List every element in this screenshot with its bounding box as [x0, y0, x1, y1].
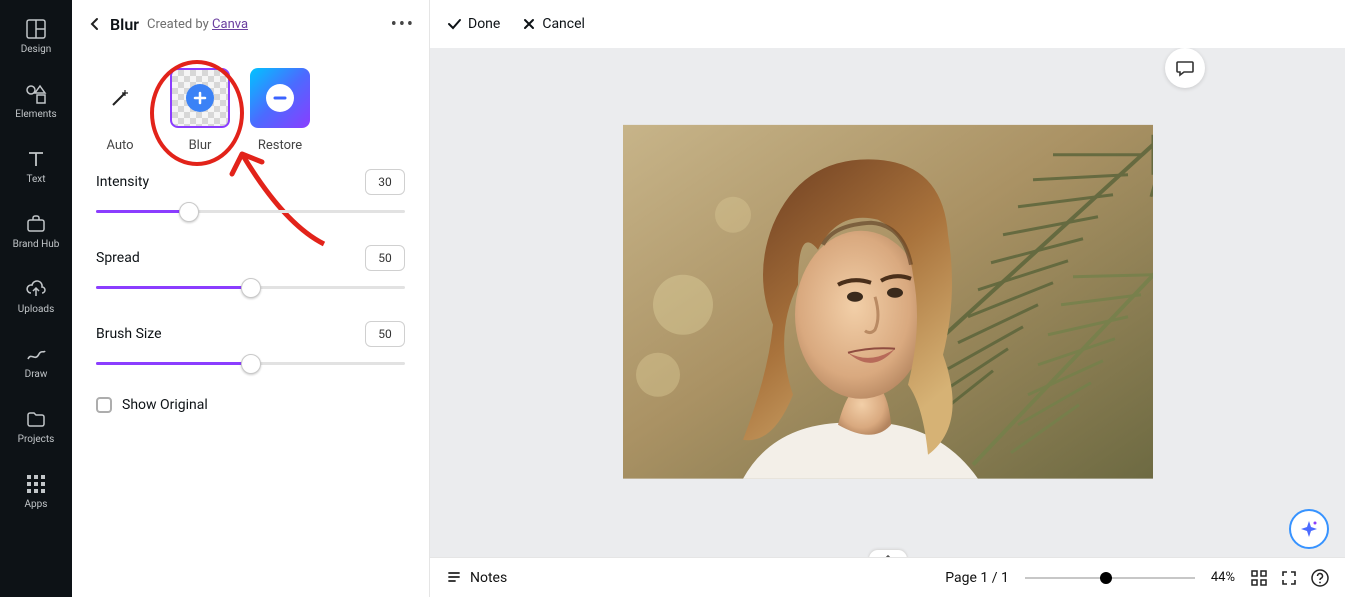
shapes-icon	[25, 83, 47, 105]
footer-bar: Notes Page 1 / 1 44%	[430, 557, 1345, 597]
slider-track[interactable]	[96, 205, 405, 219]
tool-label: Auto	[106, 138, 133, 153]
tool-auto[interactable]: Auto	[90, 68, 150, 153]
tool-blur[interactable]: Blur	[170, 68, 230, 153]
slider-value-input[interactable]: 50	[365, 321, 405, 347]
check-icon	[446, 16, 462, 32]
rail-label: Apps	[25, 499, 48, 510]
canvas[interactable]: ◄ ► Notes Page 1 / 1 44%	[430, 48, 1345, 597]
created-by-prefix: Created by	[147, 17, 212, 32]
notes-button[interactable]: Notes	[446, 570, 507, 586]
sparkle-icon	[1299, 519, 1319, 539]
tool-restore[interactable]: Restore	[250, 68, 310, 153]
rail-label: Projects	[18, 434, 55, 445]
zoom-percent[interactable]: 44%	[1211, 570, 1235, 585]
checkbox-icon[interactable]	[96, 397, 112, 413]
page-indicator[interactable]: Page 1 / 1	[945, 570, 1009, 586]
slider-value-input[interactable]: 50	[365, 245, 405, 271]
grid-view-button[interactable]	[1251, 570, 1267, 586]
panel-header: Blur Created by Canva •••	[72, 0, 429, 48]
draw-icon	[25, 343, 47, 365]
rail-label: Uploads	[18, 304, 54, 315]
tool-label: Restore	[258, 138, 302, 153]
rail-item-uploads[interactable]: Uploads	[0, 270, 72, 323]
close-icon	[522, 17, 536, 31]
briefcase-icon	[25, 213, 47, 235]
rail-label: Draw	[25, 369, 48, 380]
done-label: Done	[468, 16, 500, 32]
apps-grid-icon	[25, 473, 47, 495]
slider-track[interactable]	[96, 357, 405, 371]
cancel-label: Cancel	[542, 16, 585, 32]
slider-label: Spread	[96, 250, 140, 266]
help-button[interactable]	[1311, 569, 1329, 587]
fullscreen-button[interactable]	[1281, 570, 1297, 586]
rail-item-design[interactable]: Design	[0, 10, 72, 63]
magic-ai-button[interactable]	[1289, 509, 1329, 549]
notes-label: Notes	[470, 570, 507, 586]
slider-brush-size: Brush Size 50	[96, 321, 405, 371]
slider-section: Intensity 30 Spread 50	[72, 159, 429, 423]
done-button[interactable]: Done	[446, 16, 500, 32]
show-original-toggle[interactable]: Show Original	[96, 397, 405, 413]
rail-label: Elements	[15, 109, 56, 120]
zoom-slider[interactable]	[1025, 571, 1195, 585]
main-area: Done Cancel	[430, 0, 1345, 597]
cloud-upload-icon	[25, 278, 47, 300]
slider-track[interactable]	[96, 281, 405, 295]
cancel-button[interactable]: Cancel	[522, 16, 585, 32]
comment-button[interactable]	[1165, 48, 1205, 88]
rail-label: Design	[21, 44, 52, 55]
tool-label: Blur	[189, 138, 212, 153]
plus-circle-icon	[186, 84, 214, 112]
rail-item-text[interactable]: Text	[0, 140, 72, 193]
panel-title: Blur	[110, 15, 139, 34]
rail-item-elements[interactable]: Elements	[0, 75, 72, 128]
back-button[interactable]	[86, 15, 104, 33]
left-rail: Design Elements Text Brand Hub Uploads	[0, 0, 72, 597]
slider-intensity: Intensity 30	[96, 169, 405, 219]
rail-label: Brand Hub	[13, 239, 60, 250]
rail-item-draw[interactable]: Draw	[0, 335, 72, 388]
show-original-label: Show Original	[122, 397, 208, 413]
created-by: Created by Canva	[147, 17, 248, 32]
text-icon	[25, 148, 47, 170]
created-by-brand-link[interactable]: Canva	[212, 17, 248, 32]
more-menu-button[interactable]: •••	[391, 14, 415, 35]
tool-row: Auto Blur Restore	[72, 48, 429, 159]
slider-label: Brush Size	[96, 326, 162, 342]
topbar: Done Cancel	[430, 0, 1345, 48]
slider-value-input[interactable]: 30	[365, 169, 405, 195]
rail-item-apps[interactable]: Apps	[0, 465, 72, 518]
slider-spread: Spread 50	[96, 245, 405, 295]
canvas-image[interactable]	[623, 124, 1153, 478]
folder-icon	[25, 408, 47, 430]
editor-panel: Blur Created by Canva ••• Auto	[72, 0, 430, 597]
minus-circle-icon	[266, 84, 294, 112]
rail-item-projects[interactable]: Projects	[0, 400, 72, 453]
speech-bubble-icon	[1175, 58, 1195, 78]
notes-icon	[446, 570, 462, 586]
rail-label: Text	[26, 174, 45, 185]
slider-label: Intensity	[96, 174, 149, 190]
rail-item-brandhub[interactable]: Brand Hub	[0, 205, 72, 258]
layout-icon	[25, 18, 47, 40]
magic-wand-icon	[107, 85, 133, 111]
